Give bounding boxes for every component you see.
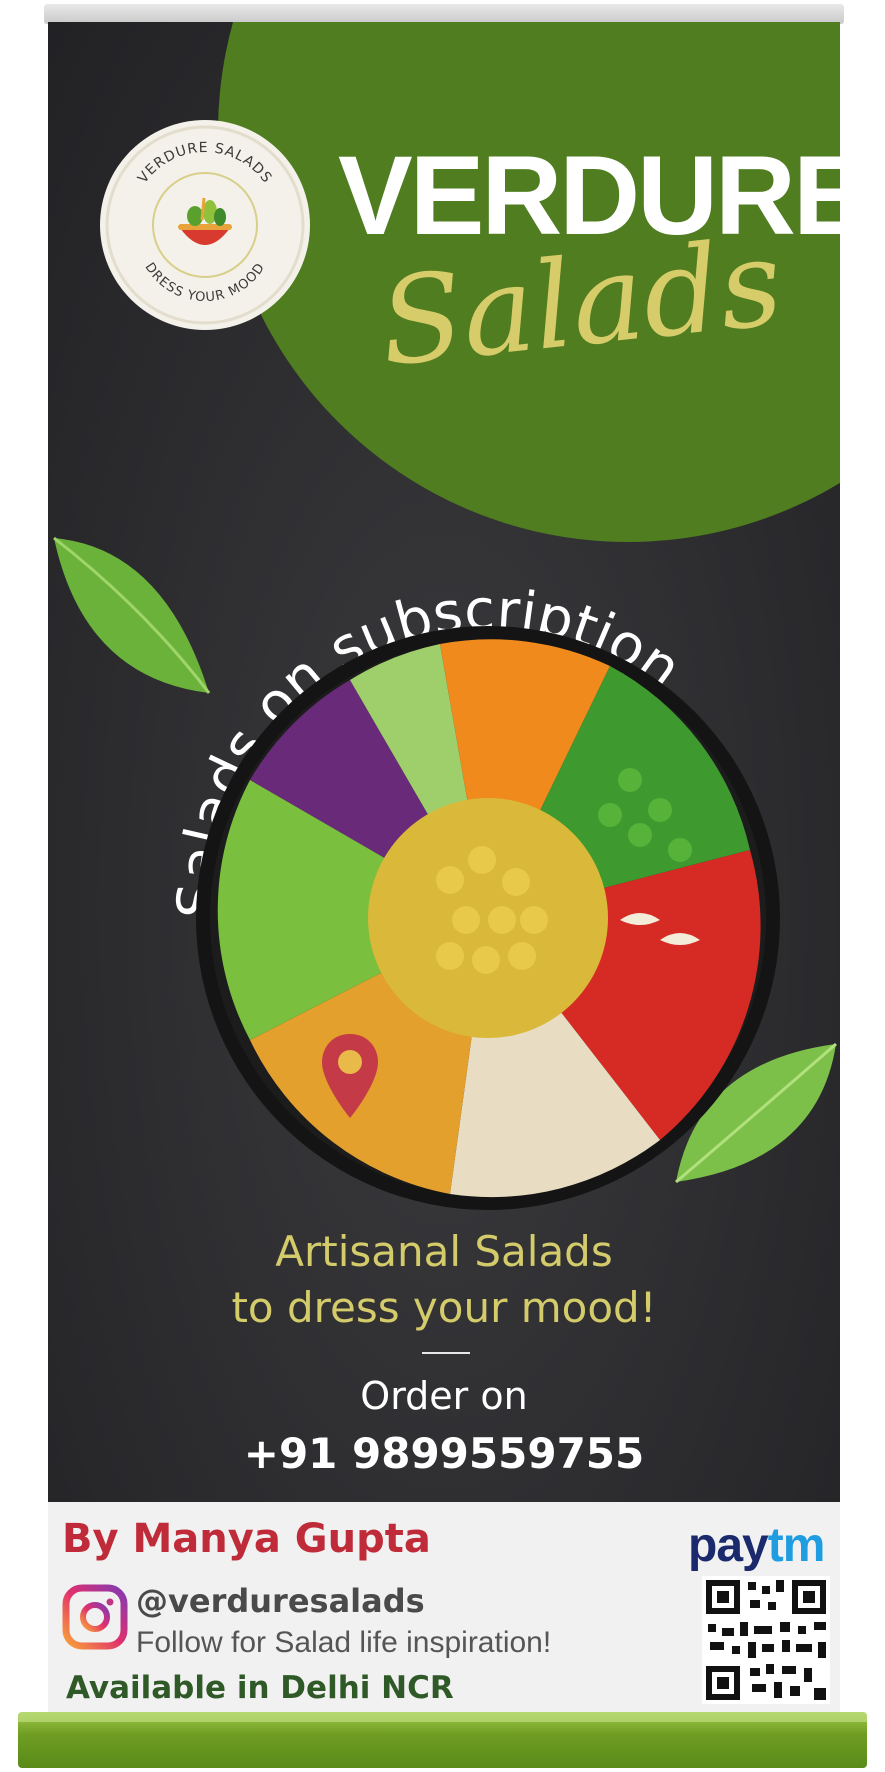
follow-text: Follow for Salad life inspiration! — [136, 1626, 552, 1659]
divider — [422, 1352, 470, 1354]
tagline-line2: to dress your mood! — [231, 1283, 657, 1332]
footer-panel: By Manya Gupta @verduresalads Follow for… — [48, 1502, 840, 1714]
instagram-handle[interactable]: @verduresalads — [136, 1582, 425, 1620]
order-label: Order on — [360, 1374, 528, 1418]
stand-base-highlight — [18, 1712, 867, 1722]
instagram-icon[interactable] — [62, 1584, 128, 1650]
paytm-logo-tm: tm — [767, 1519, 826, 1572]
tagline-line1: Artisanal Salads — [275, 1227, 613, 1276]
paytm-logo-pay: pay — [688, 1519, 769, 1572]
location-pin-icon — [322, 1034, 378, 1118]
qr-code-icon[interactable] — [702, 1576, 830, 1704]
stand-top-bar — [44, 4, 844, 24]
author-name: By Manya Gupta — [62, 1516, 431, 1562]
order-phone[interactable]: +91 9899559755 — [48, 1429, 840, 1478]
banner: VERDURE SALADS DRESS YOUR MOOD VERDURE S… — [48, 22, 840, 1502]
availability-text: Available in Delhi NCR — [66, 1670, 454, 1706]
salad-bowl-image — [196, 626, 780, 1210]
paytm-logo: paytm — [688, 1518, 826, 1573]
